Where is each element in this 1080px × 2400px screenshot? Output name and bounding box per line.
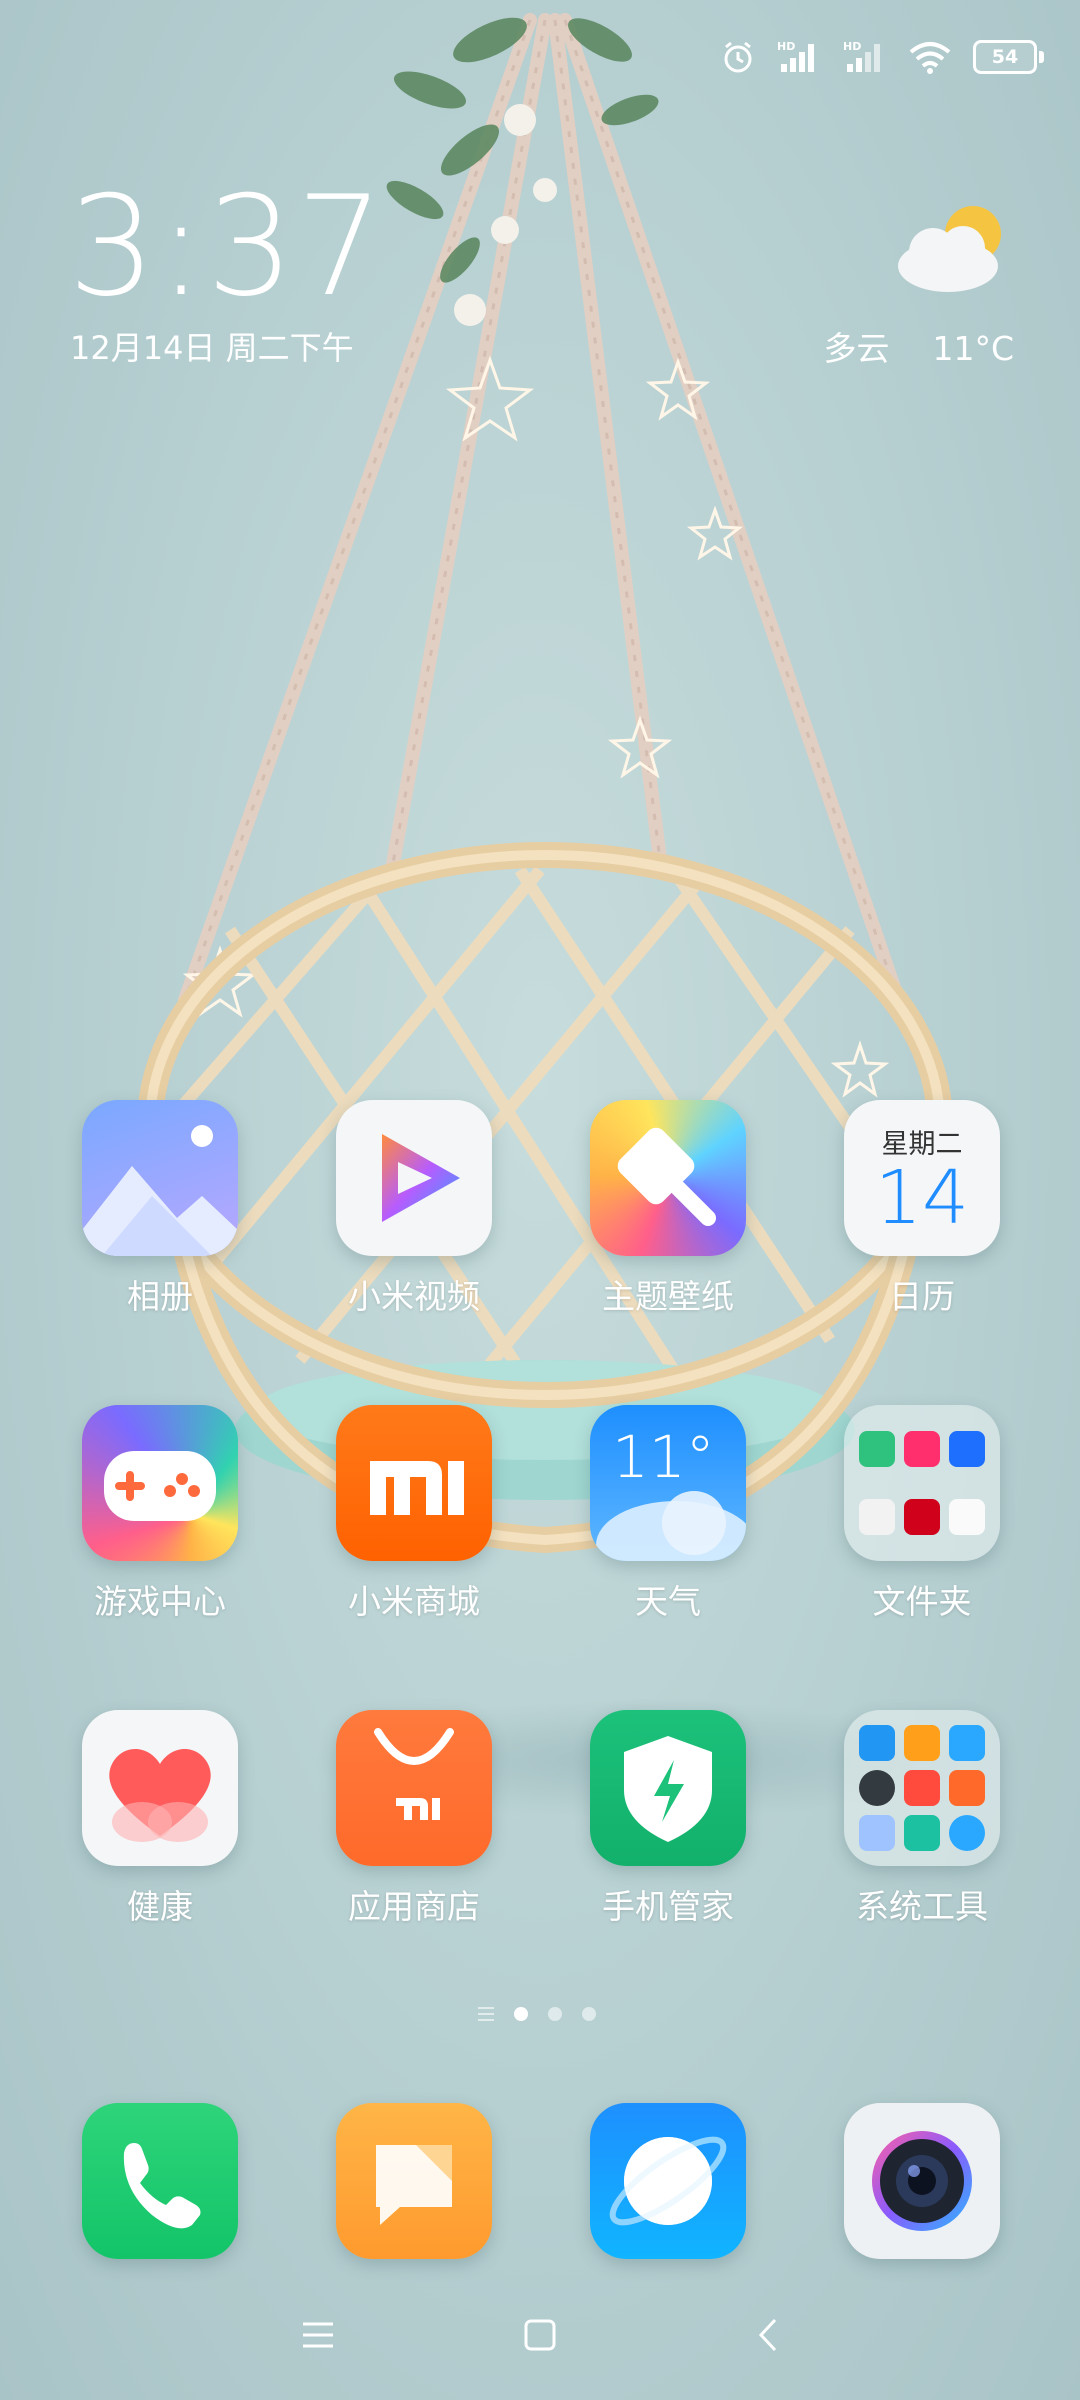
app-label: 文件夹 bbox=[872, 1582, 972, 1621]
app-label: 应用商店 bbox=[348, 1887, 480, 1926]
tools-folder-icon bbox=[844, 1710, 1000, 1866]
screen-record-mini-icon bbox=[949, 1769, 986, 1806]
menu-icon bbox=[303, 2322, 333, 2348]
navigation-bar bbox=[0, 2310, 1080, 2360]
app-store-bag-icon bbox=[336, 1710, 492, 1866]
app-label: 手机管家 bbox=[602, 1887, 734, 1926]
gallery-icon bbox=[82, 1100, 238, 1256]
alarm-icon bbox=[724, 41, 752, 73]
folder-icon bbox=[844, 1405, 1000, 1561]
weather-widget-text[interactable]: 多云 11°C bbox=[823, 322, 1014, 370]
weather-condition: 多云 bbox=[823, 329, 890, 368]
recorder-mini-icon bbox=[903, 1769, 940, 1806]
contacts-mini-icon bbox=[858, 1724, 895, 1761]
wifi-icon bbox=[909, 42, 951, 74]
page-indicator[interactable] bbox=[478, 2007, 596, 2021]
youpin-mini-icon bbox=[903, 1499, 940, 1535]
app-gallery[interactable]: 相册 bbox=[60, 1100, 260, 1318]
back-button[interactable] bbox=[738, 2310, 798, 2360]
clock-mini-icon bbox=[858, 1769, 895, 1806]
clock-date[interactable]: 12月14日 周二下午 bbox=[70, 323, 354, 369]
play-mini-icon bbox=[949, 1499, 986, 1535]
svg-text:HD: HD bbox=[777, 40, 795, 53]
home-button[interactable] bbox=[510, 2310, 570, 2360]
app-label: 健康 bbox=[127, 1887, 193, 1926]
alipay-mini-icon bbox=[949, 1431, 986, 1467]
messages-icon bbox=[336, 2103, 492, 2259]
dock-camera[interactable] bbox=[822, 2103, 1022, 2259]
browser-icon bbox=[590, 2103, 746, 2259]
security-shield-icon bbox=[590, 1710, 746, 1866]
app-label: 主题壁纸 bbox=[602, 1277, 734, 1316]
partly-cloudy-icon[interactable] bbox=[893, 196, 1013, 296]
battery-level: 54 bbox=[973, 40, 1037, 74]
app-weather[interactable]: 11° 天气 bbox=[568, 1405, 768, 1623]
app-system-tools[interactable]: 系统工具 bbox=[822, 1710, 1022, 1928]
app-mini-icon bbox=[858, 1499, 895, 1535]
heart-icon bbox=[82, 1710, 238, 1866]
dock-messages[interactable] bbox=[314, 2103, 514, 2259]
mijia-mini-icon bbox=[858, 1431, 895, 1467]
gamepad-icon bbox=[82, 1405, 238, 1561]
music-mini-icon bbox=[903, 1431, 940, 1467]
back-icon bbox=[758, 2318, 777, 2352]
battery-indicator: 54 bbox=[973, 40, 1044, 74]
phone-icon bbox=[82, 2103, 238, 2259]
page-dot[interactable] bbox=[582, 2007, 596, 2021]
app-app-store[interactable]: 应用商店 bbox=[314, 1710, 514, 1928]
app-folder[interactable]: 文件夹 bbox=[822, 1405, 1022, 1623]
app-mi-store[interactable]: 小米商城 bbox=[314, 1405, 514, 1623]
theme-brush-icon bbox=[590, 1100, 746, 1256]
calendar-icon: 星期二 14 bbox=[844, 1100, 1000, 1256]
app-drawer-indicator[interactable] bbox=[478, 2007, 494, 2021]
dock-browser[interactable] bbox=[568, 2103, 768, 2259]
app-label: 相册 bbox=[127, 1277, 193, 1316]
menu-button[interactable] bbox=[288, 2310, 348, 2360]
scanner-mini-icon bbox=[903, 1815, 940, 1852]
mi-logo-icon bbox=[336, 1405, 492, 1561]
compass-mini-icon bbox=[858, 1815, 895, 1852]
dock-phone[interactable] bbox=[60, 2103, 260, 2259]
app-label: 日历 bbox=[889, 1277, 955, 1316]
app-calendar[interactable]: 星期二 14 日历 bbox=[822, 1100, 1022, 1318]
page-dot[interactable] bbox=[548, 2007, 562, 2021]
app-label: 系统工具 bbox=[856, 1887, 988, 1926]
clock-time[interactable]: 3:37 bbox=[68, 178, 386, 316]
svg-text:HD: HD bbox=[843, 40, 861, 53]
app-label: 游戏中心 bbox=[94, 1582, 226, 1621]
video-play-icon bbox=[336, 1100, 492, 1256]
browser-mini-icon bbox=[949, 1815, 986, 1852]
app-mi-video[interactable]: 小米视频 bbox=[314, 1100, 514, 1318]
app-label: 天气 bbox=[635, 1582, 701, 1621]
status-bar: HD HD 54 bbox=[721, 40, 1044, 74]
weather-temperature: 11°C bbox=[932, 329, 1014, 368]
camera-icon bbox=[844, 2103, 1000, 2259]
calculator-mini-icon bbox=[903, 1724, 940, 1761]
app-label: 小米商城 bbox=[348, 1582, 480, 1621]
weather-icon: 11° bbox=[590, 1405, 746, 1561]
app-game-center[interactable]: 游戏中心 bbox=[60, 1405, 260, 1623]
signal-hd-icon: HD bbox=[843, 40, 880, 72]
page-dot-active[interactable] bbox=[514, 2007, 528, 2021]
mail-mini-icon bbox=[949, 1724, 986, 1761]
app-label: 小米视频 bbox=[348, 1277, 480, 1316]
app-health[interactable]: 健康 bbox=[60, 1710, 260, 1928]
app-security[interactable]: 手机管家 bbox=[568, 1710, 768, 1928]
home-icon bbox=[524, 2319, 556, 2351]
calendar-day: 14 bbox=[874, 1155, 970, 1241]
signal-hd-icon: HD bbox=[777, 40, 814, 72]
app-themes[interactable]: 主题壁纸 bbox=[568, 1100, 768, 1318]
